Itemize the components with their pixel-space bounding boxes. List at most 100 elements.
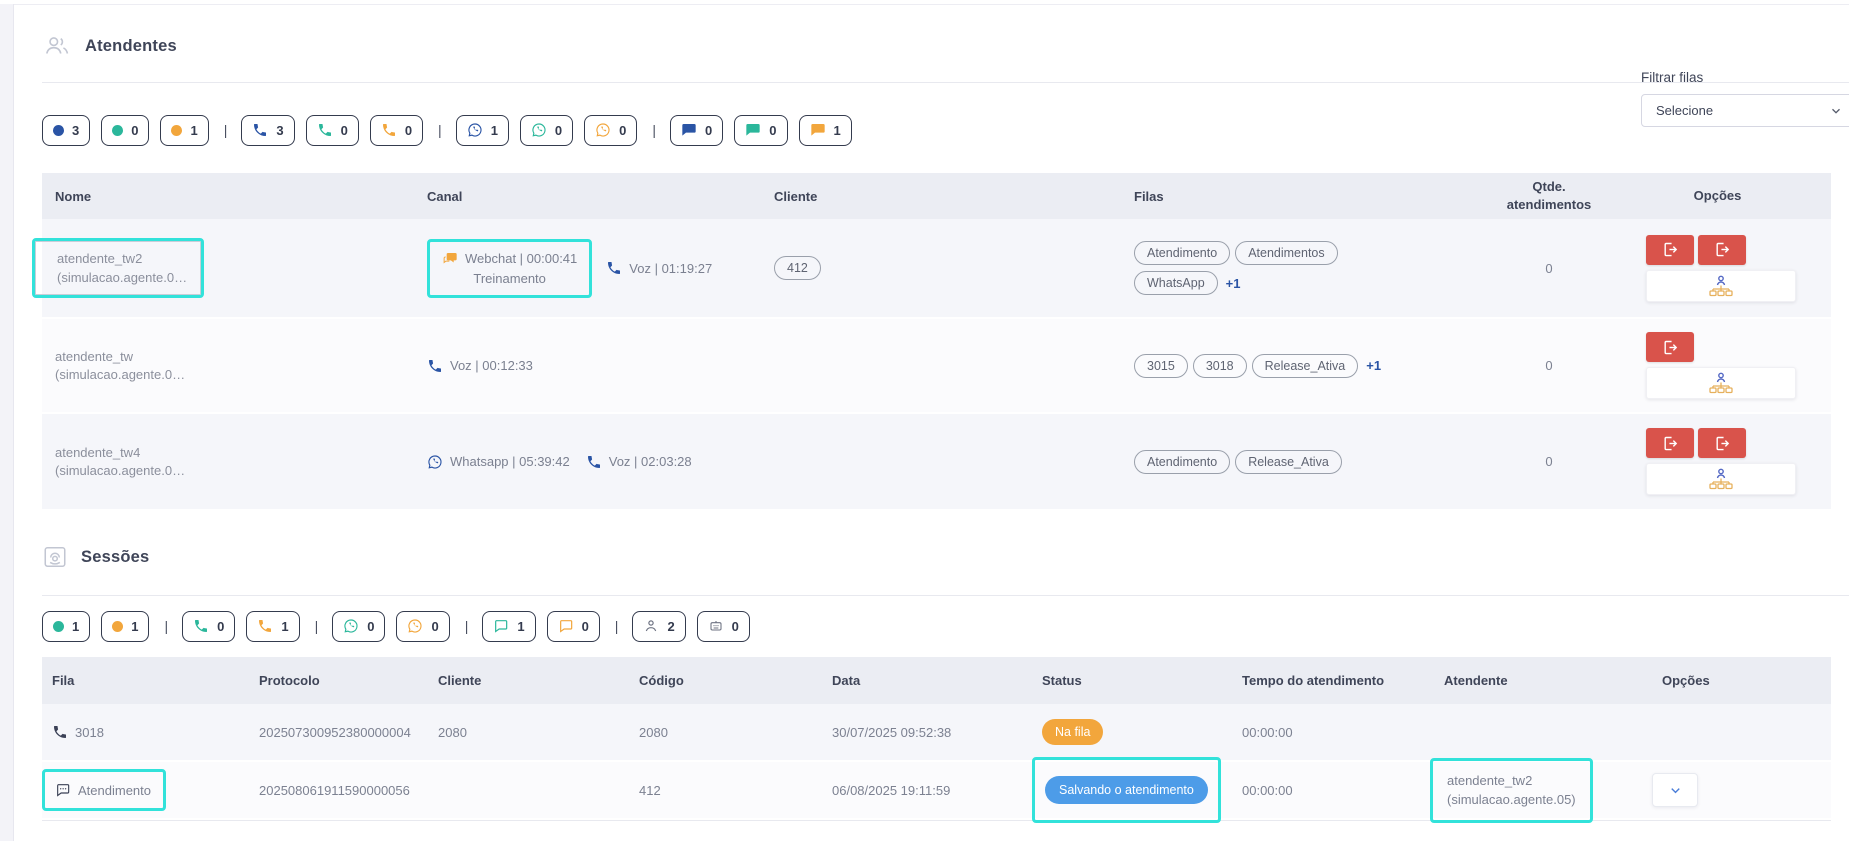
channel-label: Voz | 02:03:28 (609, 454, 692, 469)
attendant-login: (simulacao.agente.0… (57, 269, 187, 287)
counter-whatsapp-green[interactable]: 0 (520, 115, 573, 146)
logout-icon (1714, 241, 1731, 258)
counter-total-orange[interactable]: 1 (160, 115, 208, 146)
counter-webchat-orange[interactable]: 0 (547, 611, 600, 642)
counter-chat-orange[interactable]: 1 (799, 115, 852, 146)
queues-hierarchy-button[interactable] (1646, 463, 1796, 495)
main-content: Atendentes 3 0 1 | 3 0 0 | 1 0 0 | 0 0 1… (14, 4, 1849, 841)
col-opcoes: Opções (1604, 187, 1831, 205)
opcoes-cell (1604, 332, 1831, 399)
org-chart-icon (1707, 274, 1735, 298)
fila-pill: WhatsApp (1134, 271, 1218, 295)
counter-value: 0 (769, 123, 776, 138)
counter-chat-green[interactable]: 0 (734, 115, 787, 146)
counter-voice-orange[interactable]: 1 (246, 611, 299, 642)
counter-whatsapp-green[interactable]: 0 (332, 611, 385, 642)
counter-bot[interactable]: 0 (697, 611, 750, 642)
col-status: Status (1042, 673, 1242, 688)
sessoes-counters: 1 1 | 0 1 | 0 0 | 1 0 | 2 0 (42, 610, 1849, 642)
phone-icon (586, 454, 602, 470)
chat-dots-icon (55, 782, 71, 798)
logout-channel-button[interactable] (1698, 235, 1746, 265)
counter-voice-green[interactable]: 0 (182, 611, 235, 642)
table-row: atendente_tw2 (simulacao.agente.0… Webch… (42, 219, 1831, 319)
counter-total-green[interactable]: 0 (101, 115, 149, 146)
filas-cell: Atendimento Release_Ativa (1134, 447, 1424, 477)
atendentes-counters: 3 0 1 | 3 0 0 | 1 0 0 | 0 0 1 (42, 114, 1849, 146)
counter-value: 0 (732, 619, 739, 634)
chevron-down-icon (1668, 783, 1683, 798)
filas-cell: Atendimento Atendimentos WhatsApp +1 (1134, 238, 1424, 298)
counter-value: 0 (619, 123, 626, 138)
counter-clients[interactable]: 2 (632, 611, 685, 642)
table-row: 3018 202507300952380000004 2080 2080 30/… (42, 704, 1831, 762)
status-badge: Na fila (1042, 719, 1103, 745)
fila-pill: Atendimento (1134, 450, 1230, 474)
whatsapp-icon (427, 454, 443, 470)
nome-cell: atendente_tw4 (simulacao.agente.0… (55, 443, 427, 481)
counter-voice-orange[interactable]: 0 (370, 115, 423, 146)
circle-icon (53, 125, 64, 136)
counter-webchat-green[interactable]: 1 (482, 611, 535, 642)
org-chart-icon (1707, 467, 1735, 491)
counter-voice-blue[interactable]: 3 (241, 115, 294, 146)
attendant-name: atendente_tw2 (57, 249, 187, 269)
fila-pill: 3018 (1193, 354, 1247, 378)
whatsapp-icon (467, 122, 483, 138)
logout-channel-button[interactable] (1698, 428, 1746, 458)
chat-square-icon (493, 618, 509, 634)
status-cell: Salvando o atendimento (1042, 773, 1242, 807)
tempo-cell: 00:00:00 (1242, 725, 1444, 740)
filas-more-badge[interactable]: +1 (1226, 276, 1241, 291)
counter-total-blue[interactable]: 3 (42, 115, 90, 146)
logout-channel-button[interactable] (1646, 428, 1694, 458)
group-separator: | (465, 618, 469, 634)
counter-voice-green[interactable]: 0 (306, 115, 359, 146)
table-row: atendente_tw4 (simulacao.agente.0… Whats… (42, 414, 1831, 511)
queues-hierarchy-button[interactable] (1646, 270, 1796, 302)
highlight-box: Webchat | 00:00:41 Treinamento (427, 239, 592, 298)
opcoes-cell (1646, 773, 1831, 807)
col-nome: Nome (55, 189, 427, 204)
atendentes-table: Nome Canal Cliente Filas Qtde. atendimen… (42, 173, 1831, 511)
counter-value: 0 (705, 123, 712, 138)
col-qtde-atendimentos: Qtde. atendimentos (1494, 178, 1604, 213)
cliente-cell: 2080 (438, 725, 639, 740)
sessoes-table-header: Fila Protocolo Cliente Código Data Statu… (42, 657, 1831, 704)
qtde-cell: 0 (1494, 454, 1604, 469)
counter-session-orange[interactable]: 1 (101, 611, 149, 642)
counter-whatsapp-blue[interactable]: 1 (456, 115, 509, 146)
atendente-cell: atendente_tw2 (simulacao.agente.05) (1444, 768, 1646, 813)
logout-channel-button[interactable] (1646, 332, 1694, 362)
queues-hierarchy-button[interactable] (1646, 367, 1796, 399)
counter-chat-blue[interactable]: 0 (670, 115, 723, 146)
table-row: atendente_tw (simulacao.agente.0… Voz | … (42, 319, 1831, 414)
counter-whatsapp-orange[interactable]: 0 (396, 611, 449, 642)
circle-icon (53, 621, 64, 632)
group-separator: | (224, 122, 228, 138)
attendant-login: (simulacao.agente.05) (1447, 790, 1576, 810)
nome-cell: atendente_tw2 (simulacao.agente.0… (55, 238, 427, 298)
counter-value: 0 (131, 123, 138, 138)
phone-icon (381, 122, 397, 138)
fila-pill: Release_Ativa (1235, 450, 1342, 474)
logout-icon (1662, 339, 1679, 356)
org-chart-icon (1707, 371, 1735, 395)
atendentes-section-header: Atendentes (42, 28, 1849, 64)
sessoes-table: Fila Protocolo Cliente Código Data Statu… (42, 657, 1831, 821)
highlight-box: Salvando o atendimento (1032, 757, 1221, 823)
channel-label: Voz | 00:12:33 (450, 358, 533, 373)
attendant-name: atendente_tw2 (1447, 771, 1576, 791)
counter-session-green[interactable]: 1 (42, 611, 90, 642)
col-atendente: Atendente (1444, 673, 1646, 688)
chat-icon (681, 122, 697, 138)
atendentes-title: Atendentes (85, 37, 177, 56)
filas-more-badge[interactable]: +1 (1366, 358, 1381, 373)
row-options-button[interactable] (1652, 773, 1698, 807)
phone-icon (606, 260, 622, 276)
whatsapp-icon (531, 122, 547, 138)
logout-channel-button[interactable] (1646, 235, 1694, 265)
chat-square-icon (558, 618, 574, 634)
counter-whatsapp-orange[interactable]: 0 (584, 115, 637, 146)
filter-filas-select[interactable]: Selecione (1641, 94, 1849, 127)
